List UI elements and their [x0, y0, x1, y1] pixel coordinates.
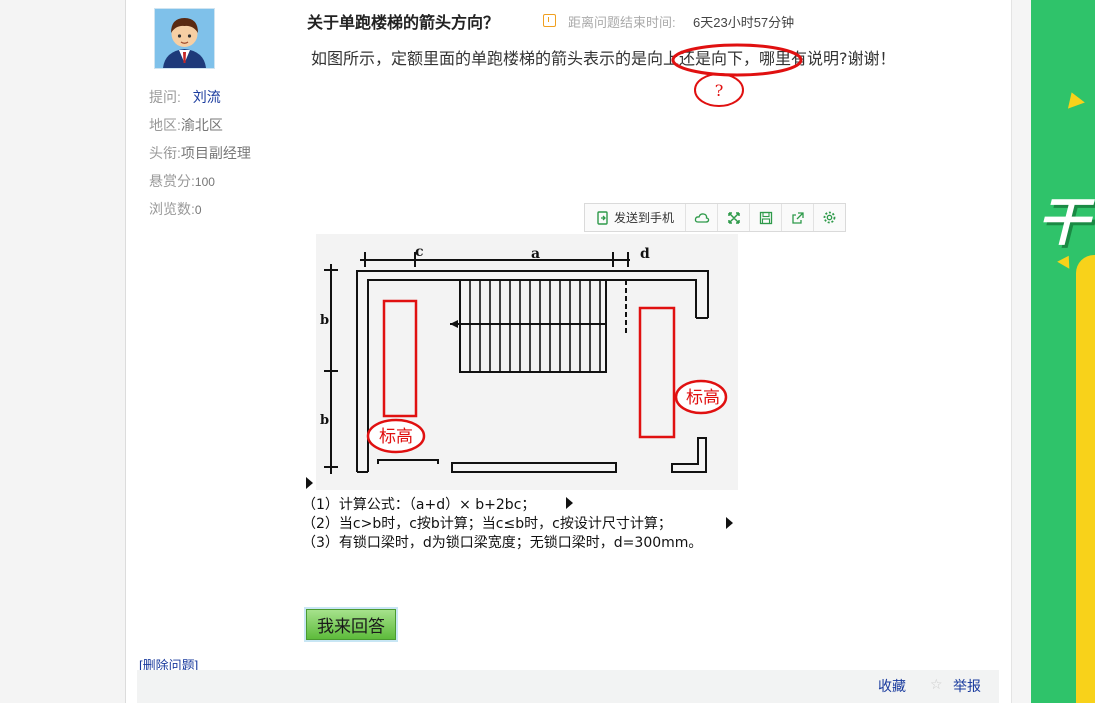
- reward-label: 悬赏分:: [149, 173, 195, 189]
- send-to-phone-icon: [597, 210, 608, 225]
- title-row: 头衔:项目副经理: [149, 143, 251, 163]
- region-row: 地区:渝北区: [149, 115, 223, 135]
- send-to-phone-button[interactable]: 发送到手机: [585, 204, 686, 231]
- user-avatar-icon: [155, 9, 214, 68]
- figure-note-line: （1）计算公式：（a+d）× b+2bc；: [302, 497, 535, 513]
- side-advertisement[interactable]: 干: [1031, 0, 1095, 703]
- asker-name-link[interactable]: 刘流: [193, 89, 221, 105]
- question-title: 关于单跑楼梯的箭头方向？: [307, 13, 500, 32]
- elevation-label-right: 标高: [686, 388, 720, 408]
- dimension-b-label: b: [320, 413, 329, 428]
- dimension-b-label: b: [320, 313, 329, 328]
- timer-label: 距离问题结束时间:: [568, 15, 676, 30]
- report-link[interactable]: 举报: [953, 676, 981, 696]
- cloud-icon: [694, 212, 709, 223]
- title-label: 头衔:: [149, 145, 181, 161]
- timer-value: 6天23小时57分钟: [693, 15, 795, 30]
- ad-triangle: [1063, 89, 1085, 109]
- image-toolbar: 发送到手机: [584, 203, 846, 232]
- share-button[interactable]: [782, 204, 814, 231]
- dimension-a-label: a: [531, 246, 540, 262]
- settings-button[interactable]: [814, 204, 845, 231]
- fullscreen-icon: [727, 211, 740, 224]
- settings-icon: [823, 211, 836, 224]
- content-left-border: [125, 0, 126, 703]
- elevation-label-left: 标高: [379, 427, 413, 447]
- save-button[interactable]: [750, 204, 782, 231]
- region-value: 渝北区: [180, 117, 223, 133]
- region-label: 地区:: [149, 117, 181, 133]
- question-body: 如图所示，定额里面的单跑楼梯的箭头表示的是向上还是向下，哪里有说明?谢谢！: [311, 49, 896, 68]
- views-value: 0: [194, 203, 202, 217]
- question-mark: ?: [715, 81, 724, 100]
- figure-note-line: （2）当c>b时，c按b计算；当c≤b时，c按设计尺寸计算；: [302, 516, 672, 532]
- asker-row: 提问: 刘流: [149, 87, 221, 107]
- views-label: 浏览数:: [149, 201, 195, 217]
- dimension-c-label: c: [415, 244, 424, 260]
- question-annotation: ?: [671, 43, 803, 107]
- views-row: 浏览数:0: [149, 199, 202, 219]
- send-to-phone-label: 发送到手机: [613, 211, 674, 225]
- favorite-link[interactable]: 收藏: [878, 676, 906, 696]
- left-gutter: [0, 0, 125, 703]
- share-icon: [791, 211, 804, 224]
- avatar[interactable]: [154, 8, 215, 69]
- title-value: 项目副经理: [180, 145, 251, 161]
- clock-icon: [543, 14, 556, 27]
- cloud-button[interactable]: [686, 204, 718, 231]
- answer-button[interactable]: 我来回答: [306, 609, 396, 640]
- asker-label: 提问:: [149, 89, 181, 105]
- right-gutter: [1012, 0, 1031, 703]
- staircase-diagram: c a d b b 标高 标高 （1）计算公式：（a+d）× b+2bc； （2…: [302, 234, 738, 551]
- reward-row: 悬赏分:100: [149, 171, 215, 191]
- ad-yellow-shape: [1076, 255, 1095, 703]
- highlight-ellipse: [671, 43, 803, 77]
- dimension-d-label: d: [640, 246, 650, 262]
- reward-value: 100: [194, 175, 215, 189]
- save-icon: [759, 211, 772, 224]
- question-footer-bar: [137, 670, 999, 703]
- ad-logo-glyph: 干: [1037, 193, 1090, 253]
- star-icon: ☆: [930, 676, 943, 692]
- figure-note-line: （3）有锁口梁时，d为锁口梁宽度；无锁口梁时，d=300mm。: [302, 534, 702, 551]
- question-image[interactable]: c a d b b 标高 标高 （1）计算公式：（a+d）× b+2bc； （2…: [300, 234, 740, 564]
- fullscreen-button[interactable]: [718, 204, 750, 231]
